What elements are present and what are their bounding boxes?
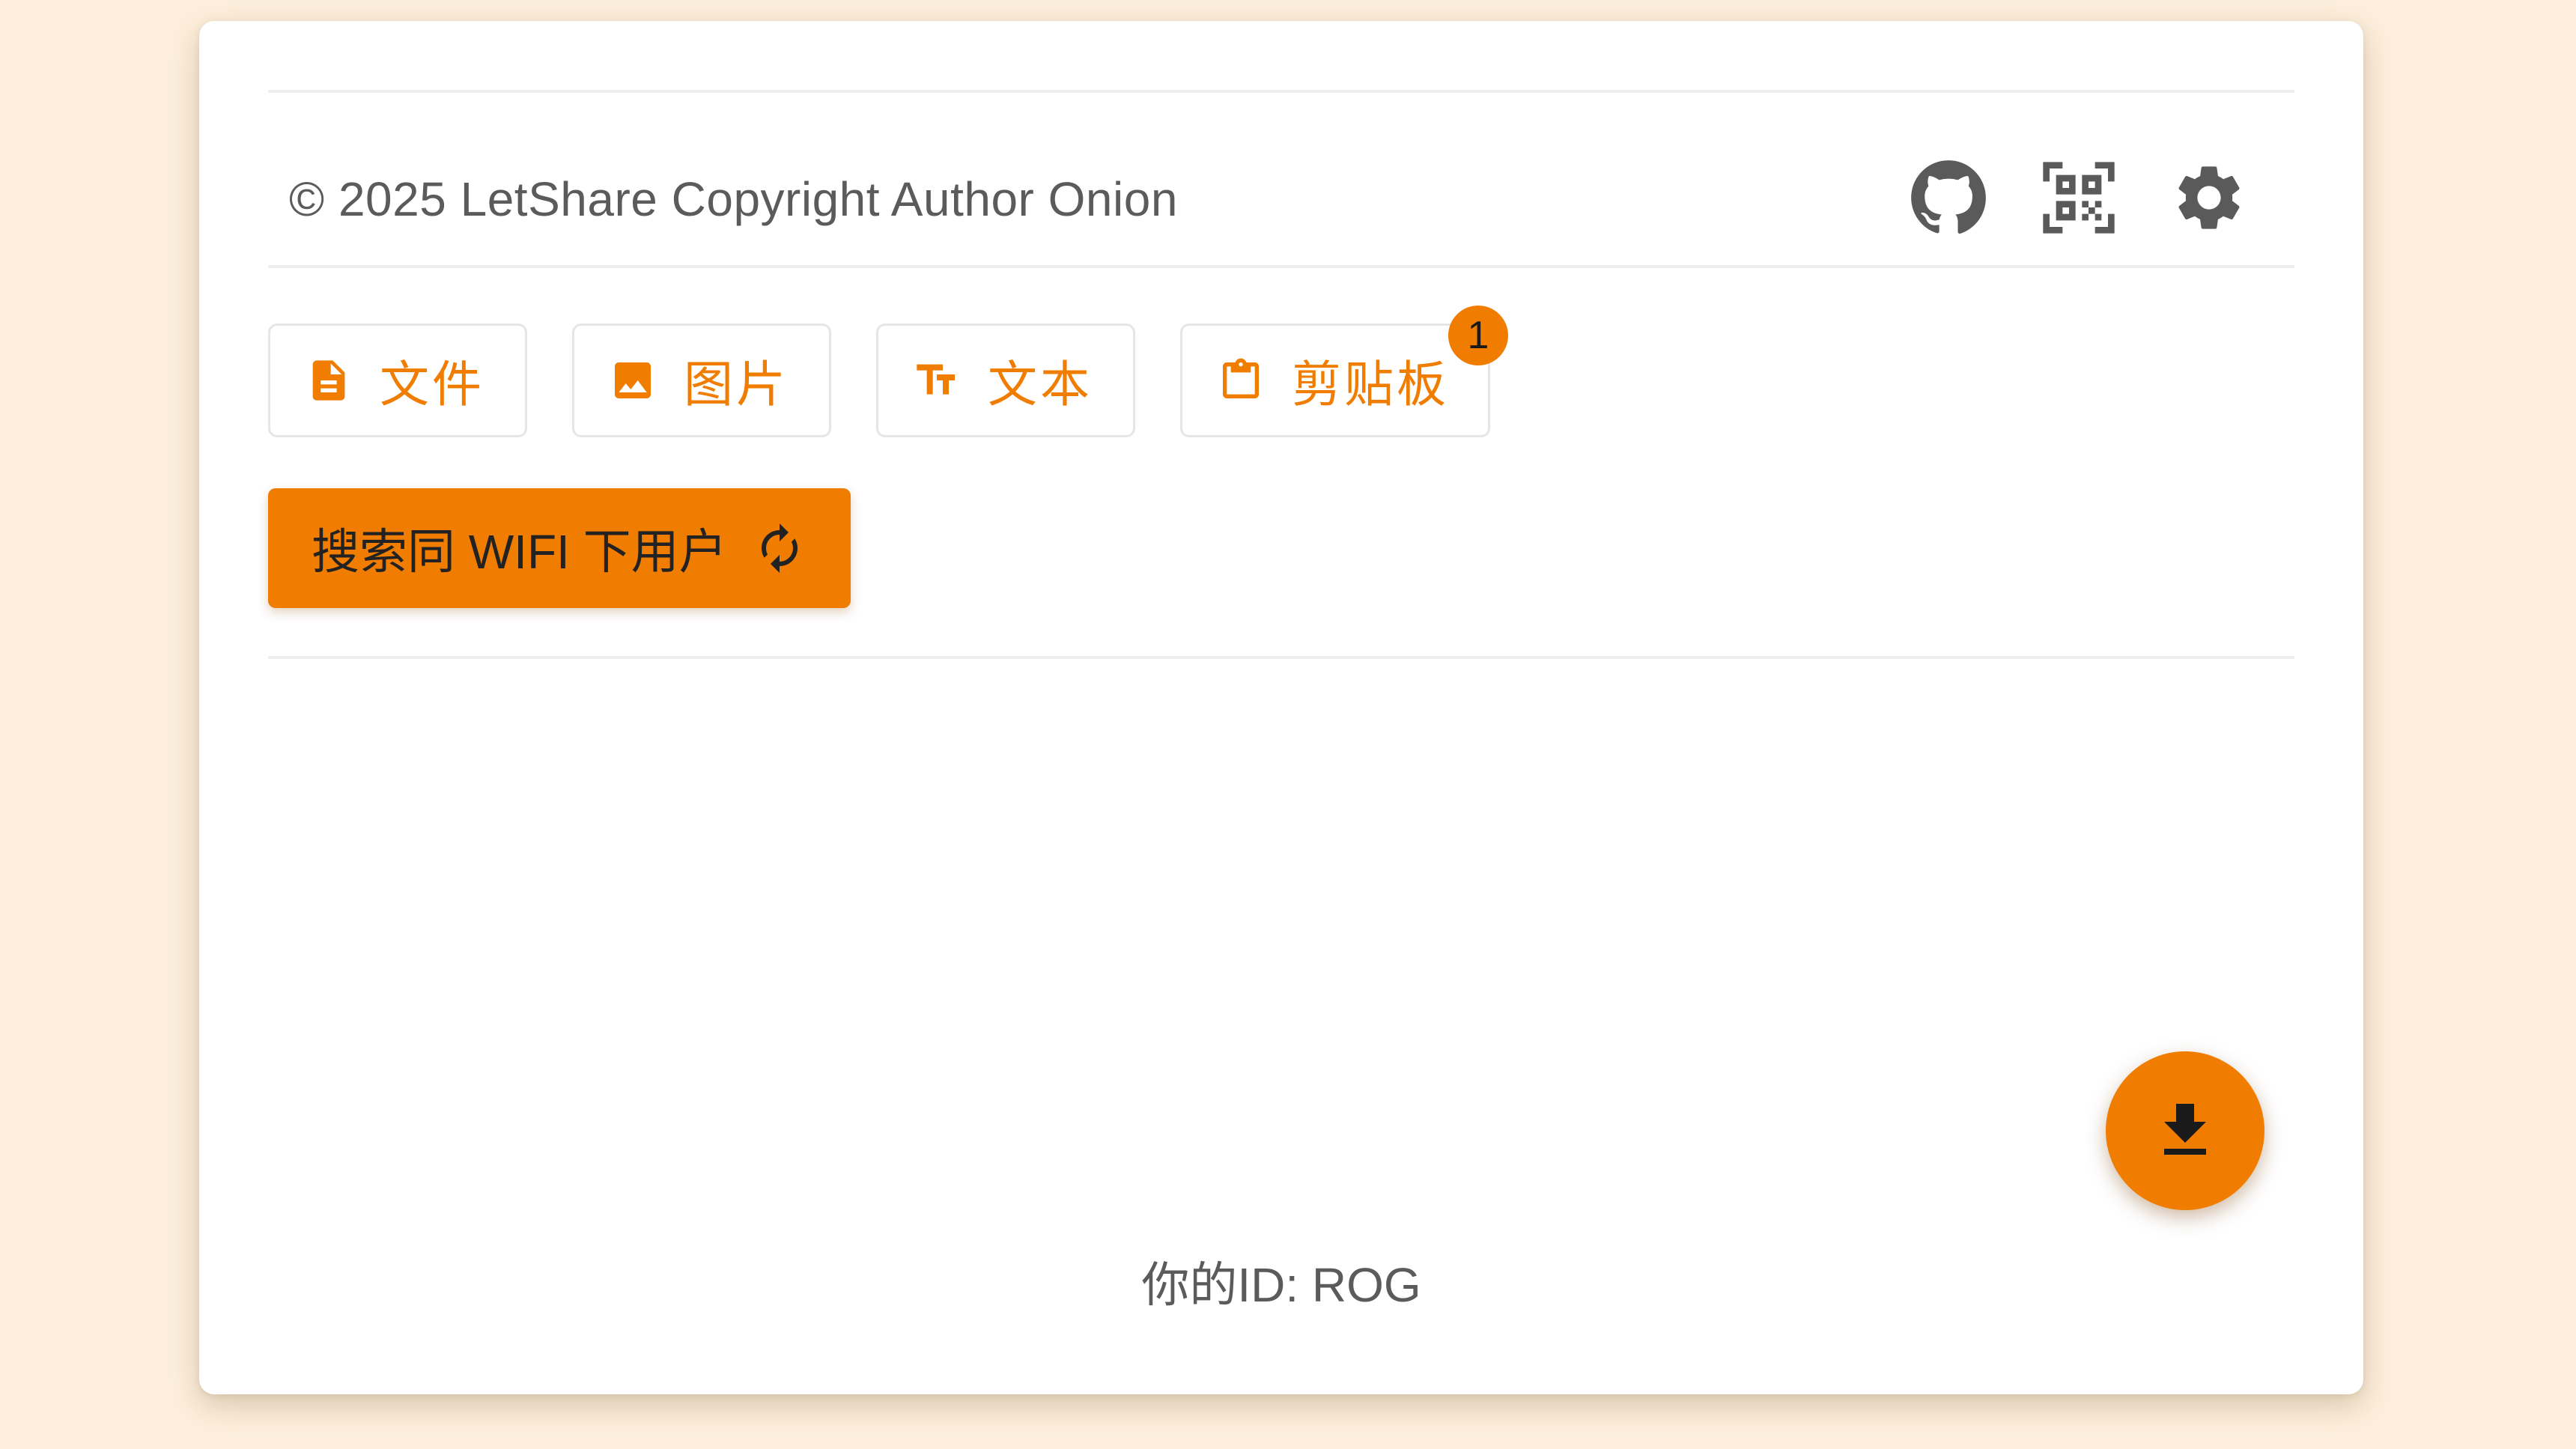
image-icon	[609, 356, 657, 404]
tab-image-label: 图片	[684, 356, 789, 412]
tab-text[interactable]: 文本	[876, 323, 1135, 437]
text-size-icon	[913, 356, 961, 404]
tab-image[interactable]: 图片	[572, 323, 831, 437]
tab-text-label: 文本	[988, 356, 1093, 412]
search-button-label: 搜索同 WIFI 下用户	[312, 525, 727, 579]
refresh-icon	[753, 521, 806, 575]
header-divider	[268, 265, 2294, 268]
main-card: © 2025 LetShare Copyright Author Onion 文…	[199, 21, 2363, 1394]
tab-clipboard[interactable]: 剪贴板	[1180, 323, 1490, 437]
content-divider	[268, 656, 2294, 659]
qr-code-icon[interactable]	[2037, 156, 2121, 240]
clipboard-badge: 1	[1448, 306, 1508, 365]
github-icon[interactable]	[1907, 156, 1990, 240]
tab-file-label: 文件	[380, 356, 484, 412]
tab-clipboard-label: 剪贴板	[1292, 356, 1449, 412]
tab-file[interactable]: 文件	[268, 323, 527, 437]
download-button[interactable]	[2106, 1051, 2264, 1210]
file-icon	[305, 356, 353, 404]
user-id-text: 你的ID: ROG	[1141, 1258, 1421, 1312]
search-wifi-users-button[interactable]: 搜索同 WIFI 下用户	[268, 488, 851, 608]
clipboard-icon	[1217, 356, 1265, 404]
download-icon	[2164, 1104, 2206, 1155]
top-divider	[268, 90, 2294, 93]
copyright-text: © 2025 LetShare Copyright Author Onion	[289, 172, 1178, 226]
gear-icon[interactable]	[2167, 156, 2251, 240]
